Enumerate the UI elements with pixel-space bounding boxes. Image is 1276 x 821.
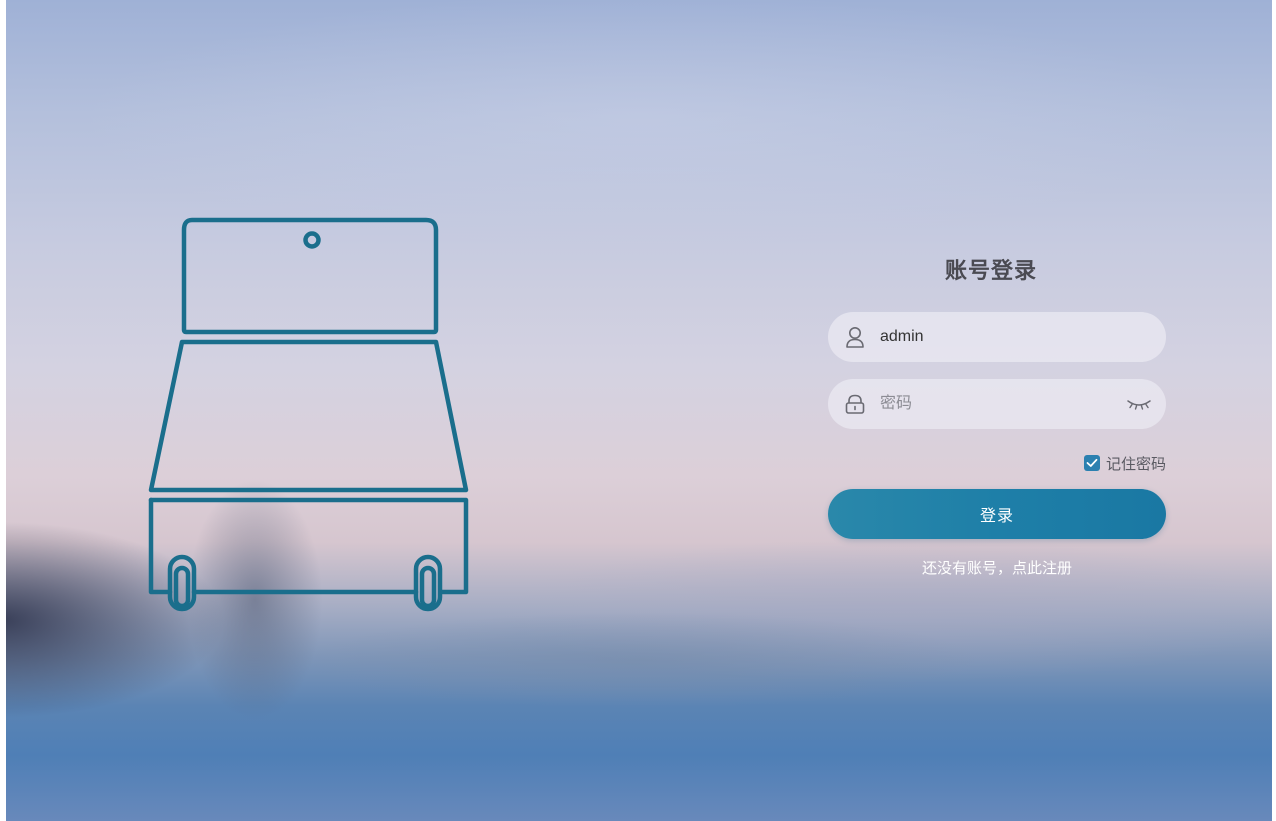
remember-label[interactable]: 记住密码 [1106, 453, 1166, 474]
remember-checkbox[interactable] [1083, 455, 1100, 471]
user-icon [844, 326, 866, 348]
register-link[interactable]: 还没有账号，点此注册 [828, 557, 1166, 578]
cart-bed-icon [140, 210, 480, 620]
frame-edge-right [1272, 0, 1276, 821]
login-title-text: 账号登录 [944, 259, 1037, 284]
login-button[interactable]: 登录 [828, 489, 1166, 539]
username-field[interactable] [828, 312, 1166, 362]
login-title: 账号登录 [822, 250, 1160, 294]
checkmark-icon [1086, 458, 1098, 467]
login-page: 账号登录 admin 记住密码 登录 还没有账号，点此注册 [0, 0, 1276, 821]
lock-icon [844, 393, 866, 415]
password-input[interactable] [880, 379, 1126, 429]
username-input[interactable] [880, 312, 1150, 362]
password-field[interactable] [828, 379, 1166, 429]
login-form: 账号登录 admin 记住密码 登录 还没有账号，点此注册 [828, 250, 1166, 578]
remember-row: 记住密码 [828, 451, 1166, 475]
eye-closed-icon[interactable] [1126, 393, 1152, 415]
frame-edge-left [0, 0, 6, 821]
